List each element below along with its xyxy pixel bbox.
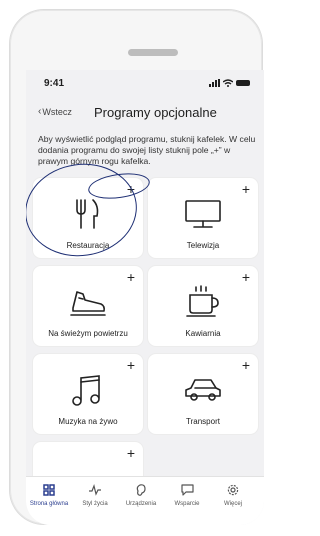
tile-na-swiezym-powietrzu[interactable]: + Na świeżym powietrzu bbox=[33, 266, 143, 346]
add-plus-button[interactable]: + bbox=[127, 270, 135, 284]
tab-label: Strona główna bbox=[29, 501, 69, 507]
signal-icon bbox=[209, 79, 220, 87]
page-title: Programy opcjonalne bbox=[94, 105, 217, 120]
tab-styl-zycia[interactable]: Styl życia bbox=[72, 484, 118, 507]
page-header: ‹ Wstecz Programy opcjonalne bbox=[26, 103, 264, 127]
tile-label: Telewizja bbox=[186, 241, 220, 250]
bottom-tab-bar: Strona główna Styl życia Urządzenia Wspa… bbox=[26, 476, 264, 525]
tab-strona-glowna[interactable]: Strona główna bbox=[26, 484, 72, 507]
battery-icon bbox=[236, 80, 250, 86]
coffee-cup-icon bbox=[186, 285, 219, 317]
tile-label: Muzyka na żywo bbox=[58, 417, 118, 426]
tab-wsparcie[interactable]: Wsparcie bbox=[164, 484, 210, 507]
chat-icon bbox=[164, 484, 210, 498]
tile-muzyka-na-zywo[interactable]: + Muzyka na żywo bbox=[33, 354, 143, 434]
tab-label: Urządzenia bbox=[125, 501, 157, 507]
music-note-icon bbox=[72, 375, 100, 406]
tab-label: Wsparcie bbox=[174, 501, 200, 507]
chevron-left-icon: ‹ bbox=[38, 106, 42, 117]
hearing-aid-icon bbox=[118, 484, 164, 498]
tab-label: Styl życia bbox=[82, 501, 108, 507]
tv-icon bbox=[185, 200, 221, 228]
tile-label: Na świeżym powietrzu bbox=[48, 329, 128, 338]
status-bar: 9:41 bbox=[26, 70, 264, 94]
car-icon bbox=[185, 379, 221, 401]
settings-icon bbox=[210, 484, 256, 498]
tile-telewizja[interactable]: + Telewizja bbox=[148, 178, 258, 258]
status-time: 9:41 bbox=[44, 78, 65, 89]
tab-urzadzenia[interactable]: Urządzenia bbox=[118, 484, 164, 507]
shoe-icon bbox=[70, 291, 106, 316]
add-plus-button[interactable]: + bbox=[242, 270, 250, 284]
phone-speaker bbox=[128, 49, 178, 56]
tile-transport[interactable]: + Transport bbox=[148, 354, 258, 434]
tile-label: Transport bbox=[186, 417, 220, 426]
tile-label: Kawiarnia bbox=[185, 329, 221, 338]
add-plus-button[interactable]: + bbox=[242, 182, 250, 196]
back-button-label: Wstecz bbox=[42, 107, 72, 117]
page-description: Aby wyświetlić podgląd programu, stuknij… bbox=[38, 134, 256, 166]
tab-label: Więcej bbox=[223, 501, 242, 507]
add-plus-button[interactable]: + bbox=[242, 358, 250, 372]
wifi-icon bbox=[223, 79, 233, 87]
app-screen: 9:41 ‹ Wstecz Programy opcjonalne Aby wy… bbox=[26, 70, 264, 525]
home-grid-icon bbox=[26, 484, 72, 498]
activity-icon bbox=[72, 484, 118, 498]
tile-kawiarnia[interactable]: + Kawiarnia bbox=[148, 266, 258, 346]
status-icons bbox=[209, 79, 250, 87]
back-button[interactable]: ‹ Wstecz bbox=[38, 106, 72, 118]
add-plus-button[interactable]: + bbox=[127, 446, 135, 460]
add-plus-button[interactable]: + bbox=[127, 358, 135, 372]
tab-wiecej[interactable]: Więcej bbox=[210, 484, 256, 507]
